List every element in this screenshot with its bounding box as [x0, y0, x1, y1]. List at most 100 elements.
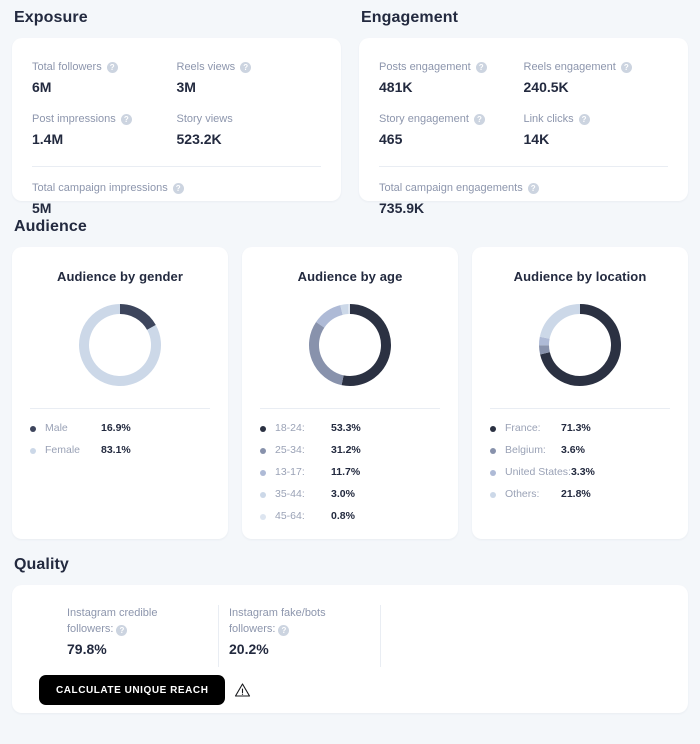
legend-color-dot	[260, 469, 266, 476]
metric-total-campaign-impressions: Total campaign impressions ? 5M	[32, 181, 184, 217]
legend-color-dot	[30, 447, 36, 454]
chart-title: Audience by age	[297, 269, 403, 284]
metric-label: Story engagement ?	[379, 112, 524, 126]
info-icon[interactable]: ?	[620, 61, 632, 73]
metric-label-text: Post impressions	[32, 113, 116, 125]
gender-donut-chart	[77, 302, 163, 388]
legend-value: 21.8%	[561, 488, 591, 500]
legend-label: 18-24:	[275, 422, 305, 434]
legend-color-dot	[30, 425, 36, 432]
stat-label: Instagram fake/bots followers:?	[229, 605, 362, 637]
legend-value: 3.0%	[331, 488, 355, 500]
legend-label: Others:	[505, 488, 540, 500]
audience-section: Audience Audience by gender Male 16.9% Fem…	[0, 218, 700, 539]
warning-triangle-icon[interactable]	[234, 682, 251, 698]
audience-by-location-card: Audience by location France: 71.3% Belgium…	[472, 247, 688, 539]
quality-section-title: Quality	[14, 556, 69, 573]
legend-label: Belgium:	[505, 444, 546, 456]
info-icon[interactable]: ?	[240, 61, 252, 73]
info-icon[interactable]: ?	[116, 625, 128, 636]
metric-label: Post impressions ?	[32, 112, 177, 126]
legend-color-dot	[490, 425, 496, 432]
metric-reels-views: Reels views ? 3M	[177, 60, 322, 96]
legend-item: Others: 21.8%	[490, 488, 670, 501]
metric-value: 14K	[523, 131, 550, 147]
metric-total-campaign-engagements: Total campaign engagements ? 735.9K	[379, 181, 539, 217]
donut-segment	[316, 305, 343, 328]
engagement-card: Posts engagement ? 481K Reels engagement…	[359, 38, 688, 216]
metric-post-impressions: Post impressions ? 1.4M	[32, 112, 177, 148]
divider	[379, 166, 668, 167]
divider	[490, 408, 670, 409]
engagement-metrics-row-2: Story engagement ? 465 Link clicks ? 14K	[379, 96, 668, 148]
metric-label-text: Total campaign engagements	[379, 182, 523, 194]
info-icon[interactable]: ?	[278, 625, 290, 636]
exposure-metrics-row-1: Total followers ? 6M Reels views ? 3M	[32, 60, 321, 96]
legend-value: 83.1%	[101, 444, 131, 456]
legend-item: Female 83.1%	[30, 444, 210, 457]
metric-value: 523.2K	[176, 131, 222, 147]
age-donut-chart	[307, 302, 393, 388]
legend-value: 71.3%	[561, 422, 591, 434]
legend-label: United States:	[505, 466, 571, 478]
chart-title: Audience by location	[513, 269, 647, 284]
info-icon[interactable]: ?	[120, 113, 132, 125]
legend-item: 18-24: 53.3%	[260, 422, 440, 435]
legend-label: France:	[505, 422, 541, 434]
location-donut-chart	[537, 302, 623, 388]
stat-instagram-credible-followers: Instagram credible followers:? 79.8%	[57, 605, 219, 667]
legend-label: 35-44:	[275, 488, 305, 500]
chart-title: Audience by gender	[56, 269, 184, 284]
metric-label: Link clicks ?	[524, 112, 669, 126]
metric-value: 465	[379, 131, 403, 147]
quality-action-row: CALCULATE UNIQUE REACH	[12, 675, 688, 705]
legend-label: 13-17:	[275, 466, 305, 478]
info-icon[interactable]: ?	[172, 182, 184, 194]
info-icon[interactable]: ?	[578, 113, 590, 125]
legend-item: United States: 3.3%	[490, 466, 670, 479]
legend-item: Male 16.9%	[30, 422, 210, 435]
donut-segment	[539, 336, 550, 346]
exposure-column: Exposure Total followers ? 6M Reels view…	[12, 0, 341, 216]
divider	[260, 408, 440, 409]
legend-color-dot	[260, 447, 266, 454]
metric-label-text: Reels views	[176, 61, 236, 73]
legend-value: 31.2%	[331, 444, 361, 456]
metric-reels-engagement: Reels engagement ? 240.5K	[524, 60, 669, 96]
info-icon[interactable]: ?	[527, 182, 539, 194]
metric-posts-engagement: Posts engagement ? 481K	[379, 60, 524, 96]
engagement-section-title: Engagement	[361, 9, 459, 26]
legend-value: 3.3%	[570, 466, 595, 478]
exposure-card: Total followers ? 6M Reels views ? 3M Po…	[12, 38, 341, 216]
metric-story-engagement: Story engagement ? 465	[379, 112, 524, 148]
divider	[32, 166, 321, 167]
stat-label: Instagram credible followers:?	[67, 605, 200, 637]
legend-value: 0.8%	[331, 510, 355, 522]
metric-label-text: Total followers	[32, 61, 102, 73]
info-icon[interactable]: ?	[106, 61, 118, 73]
audience-by-gender-card: Audience by gender Male 16.9% Female 83.1%	[12, 247, 228, 539]
donut-segment	[539, 345, 550, 355]
metric-label: Reels engagement ?	[524, 60, 669, 74]
stat-label-text: Instagram fake/bots followers:	[229, 607, 326, 635]
metric-label: Story views	[177, 112, 322, 126]
audience-by-age-card: Audience by age 18-24: 53.3% 25-34: 31.2% 13…	[242, 247, 458, 539]
metric-value: 3M	[176, 79, 196, 95]
metric-link-clicks: Link clicks ? 14K	[524, 112, 669, 148]
metric-value: 6M	[32, 79, 52, 95]
metric-story-views: Story views 523.2K	[177, 112, 322, 148]
legend-item: 35-44: 3.0%	[260, 488, 440, 501]
info-icon[interactable]: ?	[475, 61, 487, 73]
legend-color-dot	[490, 491, 496, 498]
legend-label: Female	[45, 444, 81, 456]
metric-value: 5M	[32, 200, 52, 216]
metric-value: 481K	[379, 79, 413, 95]
donut-segment	[341, 304, 391, 386]
legend-value: 11.7%	[331, 466, 361, 478]
legend-color-dot	[490, 469, 496, 476]
quality-stats-row: Instagram credible followers:? 79.8% Ins…	[12, 605, 688, 667]
info-icon[interactable]: ?	[473, 113, 485, 125]
calculate-unique-reach-button[interactable]: CALCULATE UNIQUE REACH	[39, 675, 226, 705]
stat-instagram-fake-bots-followers: Instagram fake/bots followers:? 20.2%	[219, 605, 381, 667]
